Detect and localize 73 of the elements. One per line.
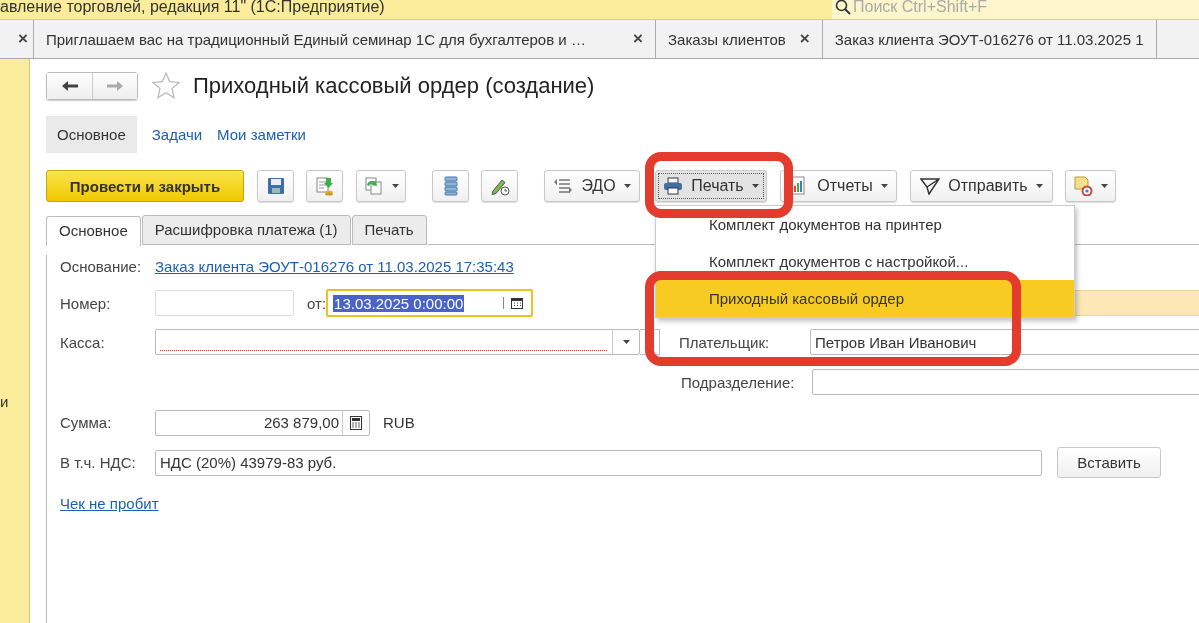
document-title: Приходный кассовый ордер (создание) xyxy=(193,73,595,99)
close-icon[interactable]: × xyxy=(799,29,810,49)
sidebar-item[interactable]: и xyxy=(0,393,29,410)
caret-icon xyxy=(880,184,888,188)
basis-link[interactable]: Заказ клиента ЭОУТ-016276 от 11.03.2025 17:35:43 xyxy=(155,257,514,275)
menu-button[interactable]: Отчеты xyxy=(780,170,897,202)
amount-field[interactable]: 263 879,00 xyxy=(155,409,370,436)
menu-button[interactable]: Печать xyxy=(655,170,767,202)
caret-icon xyxy=(622,340,630,344)
search-icon xyxy=(835,0,851,15)
toolbar-button[interactable] xyxy=(481,170,518,202)
caret-icon xyxy=(391,184,399,188)
paper-plane-icon xyxy=(920,177,941,195)
open-button[interactable] xyxy=(640,329,660,355)
menu-button[interactable]: ЭДО xyxy=(544,170,640,202)
toolbar-button[interactable] xyxy=(257,170,294,202)
document-lifebuoy-icon xyxy=(1073,176,1093,196)
window-title: авление торговлей, редакция 11" (1С:Предприятие) xyxy=(0,0,385,15)
close-icon[interactable]: × xyxy=(18,29,28,49)
cash-desk-field[interactable] xyxy=(155,329,640,355)
document-tab[interactable]: Заказы клиентов × xyxy=(656,20,823,58)
document-tab[interactable]: × xyxy=(0,20,34,58)
field-label: Подразделение: xyxy=(681,373,796,391)
field-label: Касса: xyxy=(60,333,106,351)
document-tab[interactable]: Заказ клиента ЭОУТ-016276 от 11.03.2025 1 xyxy=(822,20,1157,58)
document-exchange-icon xyxy=(553,177,574,195)
caret-icon xyxy=(751,184,759,188)
department-field[interactable] xyxy=(812,369,1199,395)
star-icon[interactable] xyxy=(151,71,181,101)
caret-icon xyxy=(1035,184,1043,188)
search-input[interactable]: Поиск Ctrl+Shift+F xyxy=(853,0,1153,15)
menu-item[interactable]: Комплект документов на принтер xyxy=(656,206,1074,243)
calculator-icon[interactable] xyxy=(350,415,362,430)
menu-item[interactable]: Приходный кассовый ордер xyxy=(656,280,1074,317)
printer-icon xyxy=(663,177,684,195)
section-link[interactable]: Мои заметки xyxy=(217,125,306,143)
post-and-close-button[interactable]: Провести и закрыть xyxy=(46,170,244,202)
insert-button[interactable]: Вставить xyxy=(1057,447,1161,478)
vat-field[interactable]: НДС (20%) 43979-83 руб. xyxy=(155,449,1042,476)
number-field[interactable] xyxy=(155,290,294,316)
form-tab[interactable]: Печать xyxy=(351,215,427,245)
currency-label: RUB xyxy=(383,414,415,431)
date-field[interactable]: 13.03.2025 0:00:00 xyxy=(326,289,534,317)
left-arrow-icon xyxy=(60,80,79,92)
field-label: Основание: xyxy=(60,257,143,275)
toolbar-button[interactable] xyxy=(1065,170,1116,202)
field-label: Сумма: xyxy=(60,414,113,431)
document-tab[interactable]: Приглашаем вас на традиционный Единый семинар 1С для бухгалтеров и … × xyxy=(34,20,656,58)
document-coins-icon xyxy=(314,176,335,196)
caret-icon xyxy=(1101,184,1108,188)
copy-document-icon xyxy=(363,176,384,196)
section-link[interactable]: Задачи xyxy=(151,125,203,143)
menu-button[interactable]: Отправить xyxy=(910,170,1053,202)
field-label: Номер: xyxy=(60,294,112,312)
section-link[interactable]: Основное xyxy=(46,115,137,153)
caret-icon xyxy=(623,184,631,188)
toolbar-button[interactable] xyxy=(356,170,406,202)
toolbar-button[interactable] xyxy=(306,170,343,202)
form-tab[interactable]: Основное xyxy=(46,216,141,246)
back-button[interactable] xyxy=(47,73,92,99)
calendar-icon[interactable] xyxy=(503,297,524,309)
receipt-link[interactable]: Чек не пробит xyxy=(60,494,159,512)
field-label: Плательщик: xyxy=(679,333,771,351)
menu-item[interactable]: Комплект документов с настройкой... xyxy=(656,243,1074,280)
form-tab[interactable]: Расшифровка платежа (1) xyxy=(141,215,351,245)
close-icon[interactable]: × xyxy=(633,29,643,49)
field-label: В т.ч. НДС: xyxy=(60,454,137,471)
payer-field[interactable]: Петров Иван Иванович xyxy=(810,329,1199,355)
field-label: от: xyxy=(307,294,327,312)
list-icon xyxy=(443,176,458,196)
toolbar-button[interactable] xyxy=(432,170,469,202)
search-field[interactable]: Поиск Ctrl+Shift+F xyxy=(832,0,1199,19)
right-arrow-icon xyxy=(106,80,124,92)
